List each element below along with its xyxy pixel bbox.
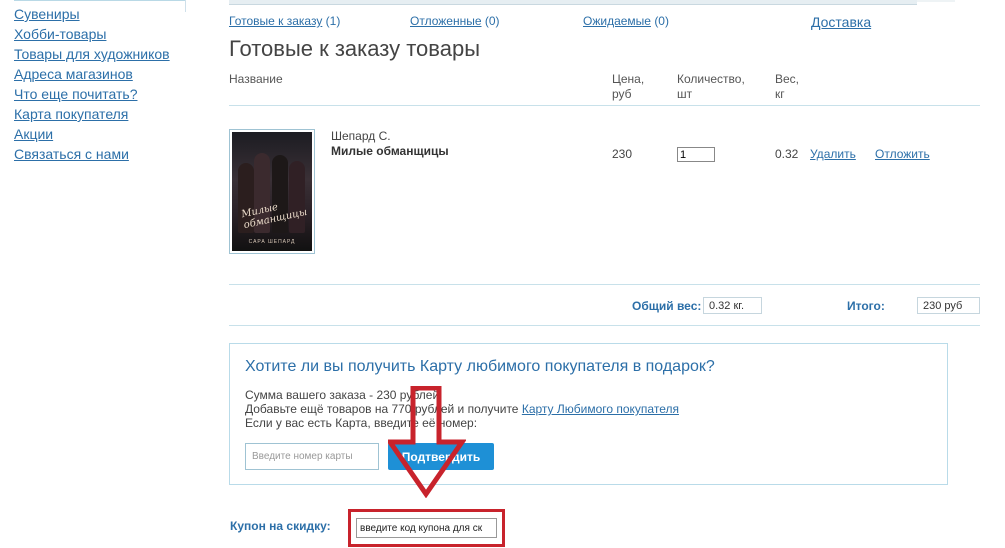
- defer-item-link[interactable]: Отложить: [875, 147, 930, 161]
- col-header-quantity-line2: шт: [677, 87, 693, 101]
- tab-expected[interactable]: Ожидаемые (0): [583, 14, 669, 28]
- tab-deferred[interactable]: Отложенные (0): [410, 14, 500, 28]
- row-divider: [229, 284, 980, 285]
- col-header-weight: Вес, кг: [775, 72, 799, 102]
- card-number-input[interactable]: [245, 443, 379, 470]
- col-header-weight-line2: кг: [775, 87, 785, 101]
- book-cover-art: Милые обманщицы САРА ШЕПАРД: [232, 132, 312, 251]
- tab-deferred-count: (0): [484, 14, 500, 28]
- col-header-weight-line1: Вес,: [775, 72, 800, 86]
- col-header-price-line2: руб: [612, 87, 632, 101]
- total-weight-label: Общий вес:: [632, 299, 702, 313]
- sidebar-item-promotions[interactable]: Акции: [14, 124, 204, 144]
- sidebar-item-store-addresses[interactable]: Адреса магазинов: [14, 64, 204, 84]
- sidebar-item-artists[interactable]: Товары для художников: [14, 44, 204, 64]
- book-cover-image[interactable]: Милые обманщицы САРА ШЕПАРД: [229, 129, 315, 254]
- tab-deferred-label: Отложенные: [410, 14, 482, 28]
- coupon-code-input[interactable]: [356, 518, 497, 538]
- book-author: Шепард С.: [331, 129, 391, 143]
- tab-ready-count: (1): [325, 14, 341, 28]
- col-header-price-line1: Цена,: [612, 72, 645, 86]
- tab-ready-label: Готовые к заказу: [229, 14, 323, 28]
- header-divider: [229, 105, 980, 106]
- totals-divider: [229, 325, 980, 326]
- item-weight: 0.32: [775, 147, 799, 161]
- tab-delivery[interactable]: Доставка: [811, 14, 871, 30]
- top-strip-end: [917, 0, 955, 2]
- loyalty-card-promo: Хотите ли вы получить Карту любимого пок…: [229, 343, 948, 485]
- delete-item-link[interactable]: Удалить: [810, 147, 856, 161]
- col-header-name: Название: [229, 72, 283, 86]
- item-price: 230: [612, 147, 633, 161]
- red-down-arrow-icon: [388, 386, 466, 498]
- sidebar-item-contact[interactable]: Связаться с нами: [14, 144, 204, 164]
- sidebar-item-customer-card[interactable]: Карта покупателя: [14, 104, 204, 124]
- promo-title: Хотите ли вы получить Карту любимого пок…: [245, 358, 715, 375]
- sidebar-item-souvenirs[interactable]: Сувениры: [14, 4, 204, 24]
- coupon-label: Купон на скидку:: [230, 519, 331, 533]
- top-strip: [229, 0, 917, 5]
- col-header-quantity-line1: Количество,: [677, 72, 745, 86]
- total-weight-value: 0.32 кг.: [703, 297, 762, 314]
- tab-expected-label: Ожидаемые: [583, 14, 651, 28]
- tab-expected-count: (0): [654, 14, 669, 28]
- col-header-price: Цена, руб: [612, 72, 644, 102]
- sidebar-top-border: [14, 0, 186, 1]
- book-title: Милые обманщицы: [331, 144, 449, 158]
- quantity-input[interactable]: [677, 147, 715, 162]
- page-title: Готовые к заказу товары: [229, 36, 481, 61]
- total-value: 230 руб: [917, 297, 980, 314]
- promo-add-more-text: Добавьте ещё товаров на 770 рублей и пол…: [245, 402, 519, 416]
- sidebar-item-hobby[interactable]: Хобби-товары: [14, 24, 204, 44]
- sidebar: Сувениры Хобби-товары Товары для художни…: [14, 4, 204, 164]
- loyalty-card-link[interactable]: Карту Любимого покупателя: [522, 402, 679, 416]
- col-header-quantity: Количество, шт: [677, 72, 745, 102]
- coupon-highlight-box: [348, 509, 505, 547]
- total-label: Итого:: [847, 299, 885, 313]
- tab-ready[interactable]: Готовые к заказу (1): [229, 14, 340, 28]
- sidebar-item-what-to-read[interactable]: Что еще почитать?: [14, 84, 204, 104]
